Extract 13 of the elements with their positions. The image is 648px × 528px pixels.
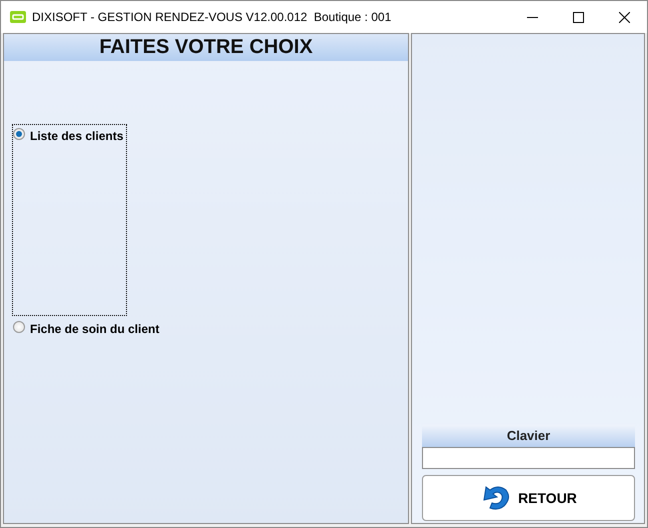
panel-title: FAITES VOTRE CHOIX [4,34,408,61]
keyboard-label: Clavier [422,425,635,447]
keyboard-field[interactable] [422,447,635,469]
maximize-icon [572,12,584,22]
return-button[interactable]: RETOUR [422,475,635,521]
radio-option[interactable]: Fiche de soin du client [12,320,408,338]
window-title: DIXISOFT - GESTION RENDEZ-VOUS V12.00.012 Boutique : 001 [32,9,392,26]
app-icon [10,11,26,23]
minimize-icon [526,16,538,18]
radio-button[interactable] [13,321,25,333]
radio-option[interactable]: Liste des clients [12,124,127,316]
radio-button[interactable] [13,128,25,140]
close-icon [618,12,630,22]
